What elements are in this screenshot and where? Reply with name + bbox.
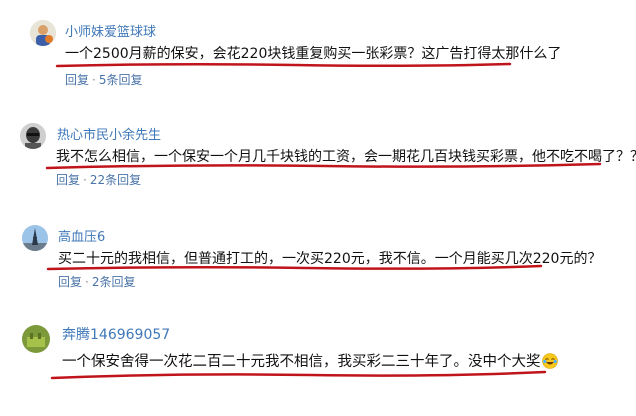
separator: · [92,73,96,87]
reply-button[interactable]: 回复 [58,275,82,289]
username[interactable]: 奔腾146969057 [62,324,170,344]
reply-count-link[interactable]: 2条回复 [92,275,136,289]
avatar[interactable] [30,20,56,46]
reply-count-link[interactable]: 5条回复 [99,73,143,87]
comment-meta: 回复 · 2条回复 [58,273,135,290]
username[interactable]: 小师妹爱篮球球 [65,21,156,40]
comment-text: 一个保安舍得一次花二百二十元我不相信，我买彩二三十年了。没中个大奖 [62,350,558,371]
comment-text: 一个2500月薪的保安，会花220块钱重复购买一张彩票？这广告打得太那什么了 [65,46,562,62]
comment-meta: 回复 · 22条回复 [56,171,141,188]
separator: · [85,275,89,289]
avatar[interactable] [22,325,50,353]
reply-count-link[interactable]: 22条回复 [90,173,141,187]
reply-button[interactable]: 回复 [56,173,80,187]
comment-text-content: 一个保安舍得一次花二百二十元我不相信，我买彩二三十年了。没中个大奖 [62,354,541,370]
comment-text: 买二十元的我相信，但普通打工的，一次买220元，我不信。一个月能买几次220元的… [58,251,602,267]
comment-meta: 回复 · 5条回复 [65,71,142,88]
username[interactable]: 热心市民小余先生 [57,124,161,143]
username[interactable]: 高血压6 [58,226,105,245]
separator: · [83,173,87,187]
laughing-crying-emoji-icon [541,353,558,369]
avatar[interactable] [20,123,46,149]
reply-button[interactable]: 回复 [65,73,89,87]
comment-text: 我不怎么相信，一个保安一个月几千块钱的工资，会一期花几百块钱买彩票，他不吃不喝了… [56,149,636,165]
avatar[interactable] [22,225,48,251]
